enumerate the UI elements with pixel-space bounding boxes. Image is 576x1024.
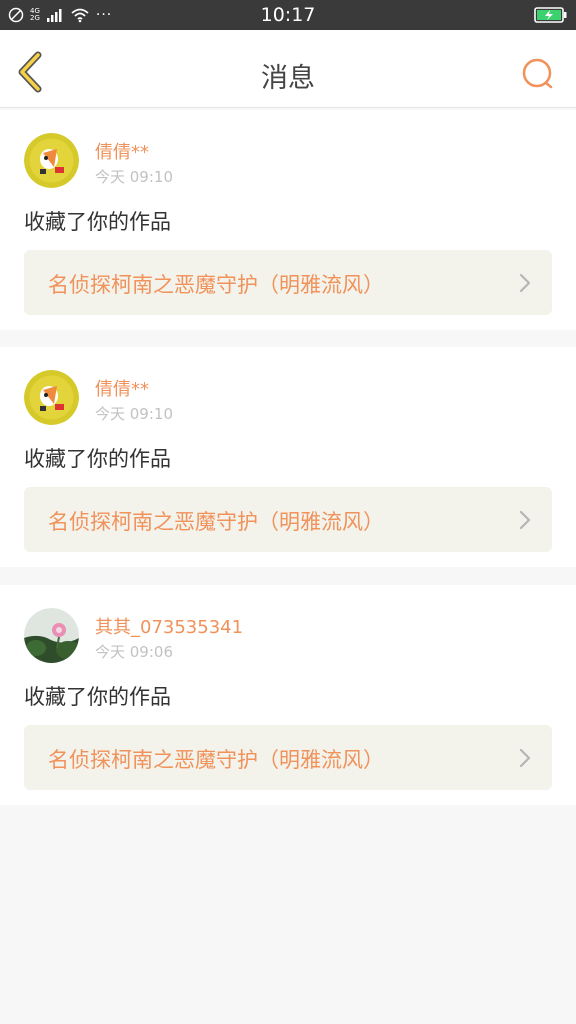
- work-link[interactable]: 名侦探柯南之恶魔守护（明雅流风）: [24, 250, 552, 315]
- chevron-right-icon: [519, 510, 531, 530]
- work-link[interactable]: 名侦探柯南之恶魔守护（明雅流风）: [24, 725, 552, 790]
- status-time: 10:17: [260, 4, 316, 26]
- username[interactable]: 倩倩**: [95, 375, 149, 401]
- timestamp: 今天 09:10: [95, 405, 173, 423]
- page-title: 消息: [261, 63, 315, 94]
- work-link[interactable]: 名侦探柯南之恶魔守护（明雅流风）: [24, 487, 552, 552]
- work-title: 名侦探柯南之恶魔守护（明雅流风）: [48, 510, 384, 534]
- username[interactable]: 倩倩**: [95, 138, 149, 164]
- avatar[interactable]: [24, 370, 79, 425]
- chevron-right-icon: [519, 273, 531, 293]
- work-title: 名侦探柯南之恶魔守护（明雅流风）: [48, 748, 384, 772]
- message-card: 倩倩** 今天 09:10 收藏了你的作品 名侦探柯南之恶魔守护（明雅流风）: [0, 110, 576, 330]
- action-text: 收藏了你的作品: [24, 685, 171, 709]
- message-card: 倩倩** 今天 09:10 收藏了你的作品 名侦探柯南之恶魔守护（明雅流风）: [0, 347, 576, 567]
- battery-charging-icon: [534, 7, 567, 23]
- cartoon-avatar-icon: [24, 370, 79, 425]
- status-bar: 4G 2G ··· 10:17: [0, 0, 576, 30]
- timestamp: 今天 09:10: [95, 168, 173, 186]
- search-button[interactable]: [520, 56, 556, 92]
- timestamp: 今天 09:06: [95, 643, 173, 661]
- nav-bar: 消息: [0, 30, 576, 108]
- action-text: 收藏了你的作品: [24, 210, 171, 234]
- status-right: [534, 6, 568, 24]
- username[interactable]: 其其_073535341: [95, 613, 243, 639]
- avatar[interactable]: [24, 608, 79, 663]
- chevron-right-icon: [519, 748, 531, 768]
- message-card: 其其_073535341 今天 09:06 收藏了你的作品 名侦探柯南之恶魔守护…: [0, 585, 576, 805]
- action-text: 收藏了你的作品: [24, 447, 171, 471]
- flower-photo-avatar-icon: [24, 608, 79, 663]
- avatar[interactable]: [24, 133, 79, 188]
- work-title: 名侦探柯南之恶魔守护（明雅流风）: [48, 273, 384, 297]
- cartoon-avatar-icon: [24, 133, 79, 188]
- search-icon: [522, 58, 553, 89]
